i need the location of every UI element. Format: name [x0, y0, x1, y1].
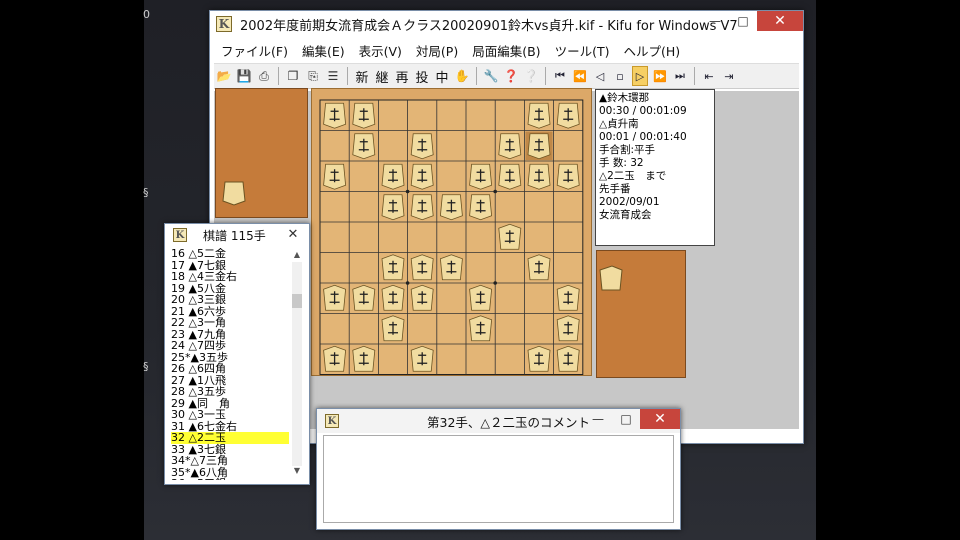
paste-icon[interactable]: ⎘	[305, 66, 321, 86]
toolbar: 📂 💾 ⎙ ❐ ⎘ ☰ 新 継 再 投 中 ✋ 🔧 ❓ ❔ ⏮ ⏪ ◁ ▫ ▷ …	[214, 63, 799, 89]
comment-textarea[interactable]	[323, 435, 674, 523]
copy-icon[interactable]: ❐	[285, 66, 301, 86]
sente-piece-stand[interactable]	[596, 250, 686, 378]
desktop-edge-glyph: §	[143, 186, 149, 199]
move-list-item[interactable]: 22 △3一角	[171, 317, 289, 329]
sente-time: 00:30 / 00:01:09	[599, 105, 687, 117]
back-ten-icon[interactable]: ⏪	[572, 66, 588, 86]
branch-back-icon[interactable]: ⇤	[701, 66, 717, 86]
save-icon[interactable]: 💾	[236, 66, 252, 86]
comment-maximize-button[interactable]: □	[612, 409, 640, 429]
gote-piece-stand[interactable]	[215, 88, 308, 218]
menu-tools[interactable]: ツール(T)	[548, 41, 617, 60]
resign-button[interactable]: 投	[414, 66, 430, 86]
comment-close-button[interactable]: ✕	[640, 409, 680, 429]
menu-game[interactable]: 対局(P)	[409, 41, 465, 60]
move-list-item[interactable]: 34*△7三角	[171, 455, 289, 467]
move-list-item[interactable]: 32 △2二玉	[171, 432, 289, 444]
back-one-icon[interactable]: ◁	[592, 66, 608, 86]
menu-edit[interactable]: 編集(E)	[295, 41, 352, 60]
desktop-edge-glyph: 0	[143, 8, 150, 21]
scroll-track[interactable]	[292, 262, 302, 466]
desktop-edge-glyph: §	[143, 360, 149, 373]
game-date: 2002/09/01	[599, 196, 660, 208]
comment-title: 第32手、△２二玉のコメント	[427, 414, 591, 430]
minimize-button[interactable]: —	[701, 11, 729, 31]
toolbar-separator	[278, 67, 279, 85]
menu-view[interactable]: 表示(V)	[352, 41, 409, 60]
gote-player-name: △貞升南	[599, 118, 639, 130]
open-folder-icon[interactable]: 📂	[216, 66, 232, 86]
menu-file[interactable]: ファイル(F)	[214, 41, 295, 60]
print-icon[interactable]: ⎙	[256, 66, 272, 86]
scroll-up-icon[interactable]: ▲	[291, 250, 303, 262]
move-list-item[interactable]: 36 △5三銀	[171, 478, 289, 480]
sente-player-name: ▲鈴木環那	[599, 92, 650, 104]
app-k-icon: K	[216, 16, 232, 32]
app-k-icon: K	[173, 228, 187, 242]
shogi-board[interactable]	[311, 88, 592, 376]
forward-ten-icon[interactable]: ⏩	[652, 66, 668, 86]
toolbar-separator	[347, 67, 348, 85]
move-list-item[interactable]: 16 △5二金	[171, 248, 289, 260]
move-list-item[interactable]: 26 △6四角	[171, 363, 289, 375]
kifu-close-button[interactable]: ✕	[281, 226, 305, 242]
main-titlebar[interactable]: K 2002年度前期女流育成会Ａクラス20020901鈴木vs貞升.kif - …	[210, 11, 803, 37]
last-move: △2二玉 まで	[599, 170, 667, 182]
move-list[interactable]: 16 △5二金 17 ▲7七銀 18 △4三金右 19 ▲5八金 20 △3三銀 21 ▲…	[171, 248, 289, 480]
maximize-button[interactable]: □	[729, 11, 757, 31]
toolbar-separator	[476, 67, 477, 85]
gote-time: 00:01 / 00:01:40	[599, 131, 687, 143]
kifu-title: 棋譜 115手	[203, 228, 266, 243]
tool-icon[interactable]: 🔧	[483, 66, 499, 86]
move-count: 手 数: 32	[599, 157, 644, 169]
menu-position-edit[interactable]: 局面編集(B)	[465, 41, 547, 60]
move-list-scrollbar[interactable]: ▲ ▼	[291, 250, 303, 478]
scroll-thumb[interactable]	[292, 294, 302, 308]
move-list-item[interactable]: 28 △3五歩	[171, 386, 289, 398]
app-k-icon: K	[325, 414, 339, 428]
toolbar-separator	[694, 67, 695, 85]
forward-one-icon[interactable]: ▷	[632, 66, 648, 86]
help-icon[interactable]: ❓	[503, 66, 519, 86]
context-help-icon[interactable]: ❔	[523, 66, 539, 86]
branch-forward-icon[interactable]: ⇥	[721, 66, 737, 86]
stop-icon[interactable]: ▫	[612, 66, 628, 86]
resume-button[interactable]: 再	[394, 66, 410, 86]
toolbar-separator	[545, 67, 546, 85]
hand-icon[interactable]: ✋	[454, 66, 470, 86]
handicap-info: 手合割:平手	[599, 144, 656, 156]
move-list-item[interactable]: 20 △3三銀	[171, 294, 289, 306]
list-icon[interactable]: ☰	[325, 66, 341, 86]
first-move-icon[interactable]: ⏮	[552, 66, 568, 86]
new-game-button[interactable]: 新	[354, 66, 370, 86]
comment-titlebar[interactable]: K 第32手、△２二玉のコメント — □ ✕	[317, 409, 680, 433]
move-list-item[interactable]: 24 △7四歩	[171, 340, 289, 352]
event-name: 女流育成会	[599, 209, 652, 221]
move-list-item[interactable]: 30 △3一玉	[171, 409, 289, 421]
kifu-window: K 棋譜 115手 ✕ 16 △5二金 17 ▲7七銀 18 △4三金右 19 ▲5八…	[164, 223, 310, 485]
menu-help[interactable]: ヘルプ(H)	[616, 41, 687, 60]
menu-bar: ファイル(F) 編集(E) 表示(V) 対局(P) 局面編集(B) ツール(T)…	[214, 39, 799, 61]
close-button[interactable]: ✕	[757, 11, 803, 31]
continue-button[interactable]: 継	[374, 66, 390, 86]
last-move-icon[interactable]: ⏭	[672, 66, 688, 86]
kifu-titlebar[interactable]: K 棋譜 115手 ✕	[165, 224, 309, 246]
game-info-panel: ▲鈴木環那 00:30 / 00:01:09 △貞升南 00:01 / 00:0…	[595, 89, 715, 246]
window-title: 2002年度前期女流育成会Ａクラス20020901鈴木vs貞升.kif - Ki…	[240, 18, 738, 34]
move-list-item[interactable]: 18 △4三金右	[171, 271, 289, 283]
scroll-down-icon[interactable]: ▼	[291, 466, 303, 478]
side-to-move: 先手番	[599, 183, 631, 195]
comment-minimize-button[interactable]: —	[584, 409, 612, 429]
comment-window: K 第32手、△２二玉のコメント — □ ✕	[316, 408, 681, 530]
interrupt-button[interactable]: 中	[434, 66, 450, 86]
